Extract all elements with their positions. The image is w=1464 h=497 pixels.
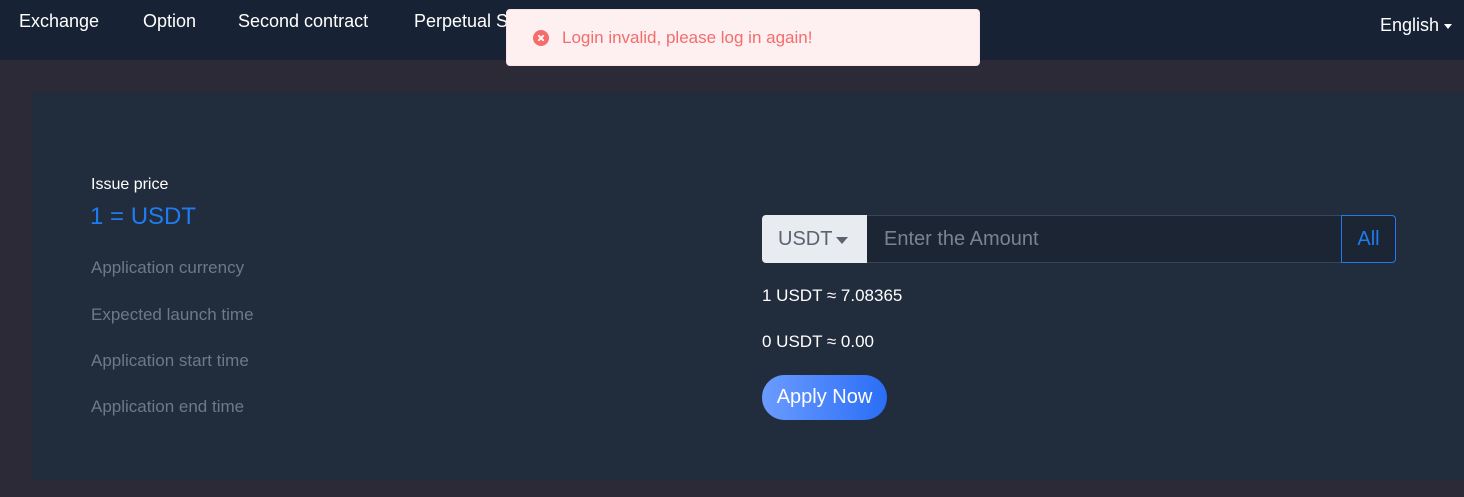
- nav-item-option[interactable]: Option: [143, 10, 196, 32]
- amount-input[interactable]: [867, 215, 1341, 263]
- language-label: English: [1379, 15, 1439, 35]
- toast-message: Login invalid, please log in again!: [562, 27, 813, 47]
- nav-item-second-contract[interactable]: Second contract: [238, 10, 368, 32]
- nav-item-perpetual[interactable]: Perpetual S: [414, 10, 506, 32]
- currency-select[interactable]: USDT: [762, 215, 867, 263]
- expected-launch-time-label: Expected launch time: [91, 305, 254, 324]
- issue-price-label: Issue price: [91, 176, 169, 193]
- subscription-panel: [32, 92, 1464, 480]
- amount-input-group: USDT All: [762, 215, 1396, 263]
- all-button[interactable]: All: [1341, 215, 1396, 263]
- error-circle-icon: [533, 29, 549, 46]
- total-amount-text: 0 USDT ≈ 0.00: [762, 332, 875, 351]
- language-selector[interactable]: English: [1380, 14, 1452, 36]
- application-end-time-label: Application end time: [91, 397, 245, 416]
- caret-down-icon: [1444, 24, 1452, 29]
- caret-down-icon: [836, 236, 849, 244]
- apply-now-button[interactable]: Apply Now: [762, 375, 887, 420]
- error-toast: Login invalid, please log in again!: [506, 9, 980, 66]
- application-start-time-label: Application start time: [91, 351, 249, 370]
- exchange-rate-text: 1 USDT ≈ 7.08365: [762, 286, 903, 305]
- nav-item-exchange[interactable]: Exchange: [19, 10, 99, 32]
- issue-price-value: 1 = USDT: [90, 203, 197, 230]
- currency-select-value: USDT: [778, 227, 833, 250]
- application-currency-label: Application currency: [91, 258, 245, 277]
